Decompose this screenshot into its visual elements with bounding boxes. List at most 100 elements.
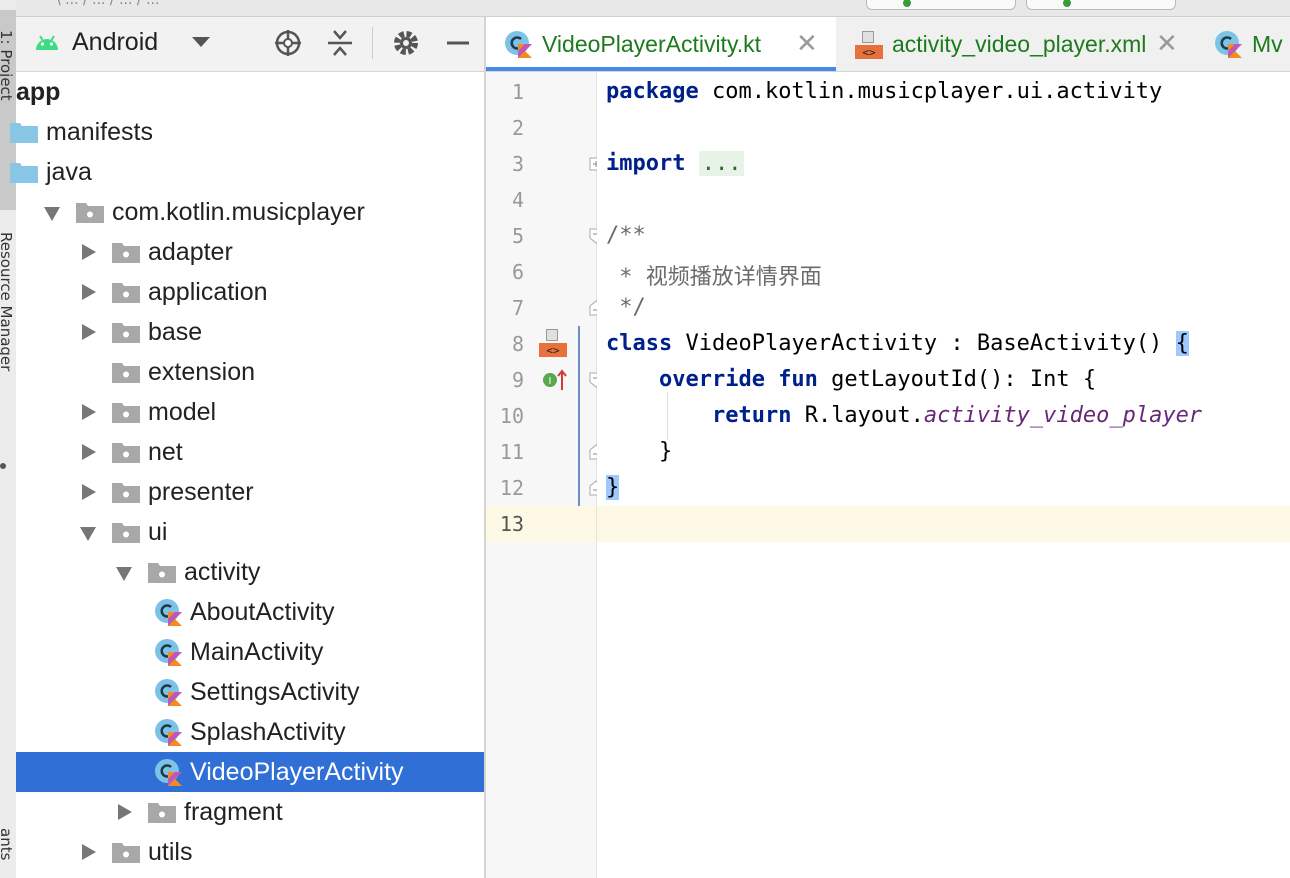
tree-item-label: SettingsActivity — [190, 678, 360, 706]
tree-item-label: com.kotlin.musicplayer — [112, 198, 365, 226]
tree-item-package[interactable]: application — [16, 272, 484, 312]
package-icon — [112, 363, 140, 383]
gear-icon[interactable] — [390, 27, 422, 59]
tree-item-package[interactable]: extension — [16, 352, 484, 392]
tree-item-package[interactable]: adapter — [16, 232, 484, 272]
close-icon[interactable]: ✕ — [796, 28, 818, 59]
project-view-selector[interactable]: Android — [72, 28, 158, 57]
code-line[interactable]: * 视频播放详情界面 — [597, 254, 1290, 290]
xml-layout-icon: <> — [855, 31, 883, 59]
tree-item-label: model — [148, 398, 217, 426]
xml-layout-gutter-icon[interactable]: <> — [538, 328, 568, 358]
code-line[interactable] — [597, 110, 1290, 146]
code-token-brace-hl: } — [606, 475, 620, 500]
project-tool-tab[interactable]: 1: Project — [0, 30, 15, 101]
tree-item-label: fragment — [184, 798, 283, 826]
code-line[interactable]: } — [597, 434, 1290, 470]
close-icon[interactable]: ✕ — [1156, 28, 1178, 59]
collapsed-arrow-icon[interactable] — [118, 804, 132, 820]
tree-item-module[interactable]: app — [16, 72, 484, 112]
tree-item-package[interactable]: com.kotlin.musicplayer — [16, 192, 484, 232]
tree-item-kotlin-class[interactable]: SplashActivity — [16, 712, 484, 752]
code-line[interactable]: override fun getLayoutId(): Int { — [597, 362, 1290, 398]
collapsed-arrow-icon[interactable] — [82, 244, 96, 260]
code-line-text: } — [606, 475, 620, 500]
svg-text:<>: <> — [546, 344, 560, 357]
editor-tab[interactable]: VideoPlayerActivity.kt ✕ — [486, 17, 836, 71]
gutter-line: 7 — [486, 290, 596, 326]
package-icon-wrap — [112, 521, 140, 543]
package-icon — [148, 563, 176, 583]
package-icon-wrap — [112, 441, 140, 463]
collapsed-arrow-icon[interactable] — [82, 444, 96, 460]
package-icon — [76, 203, 104, 223]
editor-tab[interactable]: <> activity_video_player.xml ✕ — [836, 17, 1196, 71]
code-line[interactable]: import ... — [597, 146, 1290, 182]
project-panel-header: Android — [16, 17, 484, 72]
tree-item-kotlin-class[interactable]: AboutActivity — [16, 592, 484, 632]
code-editor[interactable]: package com.kotlin.musicplayer.ui.activi… — [597, 72, 1290, 878]
bottom-tool-tab[interactable]: ants — [0, 828, 15, 860]
folder-icon-wrap — [10, 121, 38, 143]
tree-item-label: java — [46, 158, 92, 186]
expanded-arrow-icon[interactable] — [44, 207, 60, 221]
code-token-kw: package — [606, 79, 699, 104]
code-line[interactable] — [597, 182, 1290, 218]
tree-item-package[interactable]: net — [16, 432, 484, 472]
tree-item-package[interactable]: presenter — [16, 472, 484, 512]
chevron-down-icon[interactable] — [192, 37, 210, 47]
code-line[interactable]: /** — [597, 218, 1290, 254]
tree-item-package[interactable]: utils — [16, 832, 484, 872]
resource-manager-tool-tab[interactable]: Resource Manager — [0, 232, 15, 371]
code-token-brace-hl: { — [1175, 331, 1189, 356]
editor-tab-bar: VideoPlayerActivity.kt ✕ <> activity_video_… — [486, 17, 1290, 72]
code-line[interactable]: } — [597, 470, 1290, 506]
tree-item-package[interactable]: model — [16, 392, 484, 432]
tree-item-kotlin-class[interactable]: MainActivity — [16, 632, 484, 672]
code-line-text: return R.layout.activity_video_player — [606, 403, 1202, 428]
tree-item-package[interactable]: fragment — [16, 792, 484, 832]
breadcrumb[interactable]: \ ... / ... / ... / ... — [56, 0, 159, 8]
package-icon — [112, 243, 140, 263]
tree-item-package[interactable]: ui — [16, 512, 484, 552]
locate-file-icon[interactable] — [272, 27, 304, 59]
code-line[interactable]: package com.kotlin.musicplayer.ui.activi… — [597, 74, 1290, 110]
expanded-arrow-icon[interactable] — [116, 567, 132, 581]
collapsed-arrow-icon[interactable] — [82, 844, 96, 860]
code-token-kw: import — [606, 151, 686, 176]
code-line[interactable] — [597, 506, 1290, 542]
gutter-line: 4 — [486, 182, 596, 218]
collapsed-arrow-icon[interactable] — [82, 404, 96, 420]
collapsed-arrow-icon[interactable] — [82, 324, 96, 340]
kotlin-class-icon-wrap — [154, 638, 182, 666]
collapse-all-icon[interactable] — [324, 27, 356, 59]
package-icon-wrap — [112, 321, 140, 343]
tree-item-label: manifests — [46, 118, 153, 146]
indent-guide — [667, 392, 668, 440]
tree-item-label: VideoPlayerActivity — [190, 758, 404, 786]
tree-item-kotlin-class[interactable]: SettingsActivity — [16, 672, 484, 712]
tree-item-package[interactable]: base — [16, 312, 484, 352]
collapsed-arrow-icon[interactable] — [82, 284, 96, 300]
code-line[interactable]: */ — [597, 290, 1290, 326]
tree-item-label: activity — [184, 558, 261, 586]
code-line[interactable]: class VideoPlayerActivity : BaseActivity… — [597, 326, 1290, 362]
device-box[interactable] — [1026, 0, 1176, 10]
code-token-comment: /** — [606, 223, 646, 248]
expanded-arrow-icon[interactable] — [80, 527, 96, 541]
collapsed-arrow-icon[interactable] — [82, 484, 96, 500]
tree-item-package[interactable]: activity — [16, 552, 484, 592]
hide-panel-icon[interactable] — [442, 27, 474, 59]
kotlin-class-icon — [155, 759, 182, 786]
run-config-box[interactable] — [866, 0, 1016, 10]
tree-item-label: adapter — [148, 238, 233, 266]
editor-tab[interactable]: Mv — [1196, 17, 1290, 71]
tree-item-folder[interactable]: manifests — [10, 112, 484, 152]
tree-item-folder[interactable]: java — [10, 152, 484, 192]
code-line[interactable]: return R.layout.activity_video_player — [597, 398, 1290, 434]
override-marker-icon[interactable]: I — [542, 368, 568, 392]
header-separator — [372, 27, 373, 59]
tree-item-kotlin-class[interactable]: VideoPlayerActivity — [16, 752, 484, 792]
